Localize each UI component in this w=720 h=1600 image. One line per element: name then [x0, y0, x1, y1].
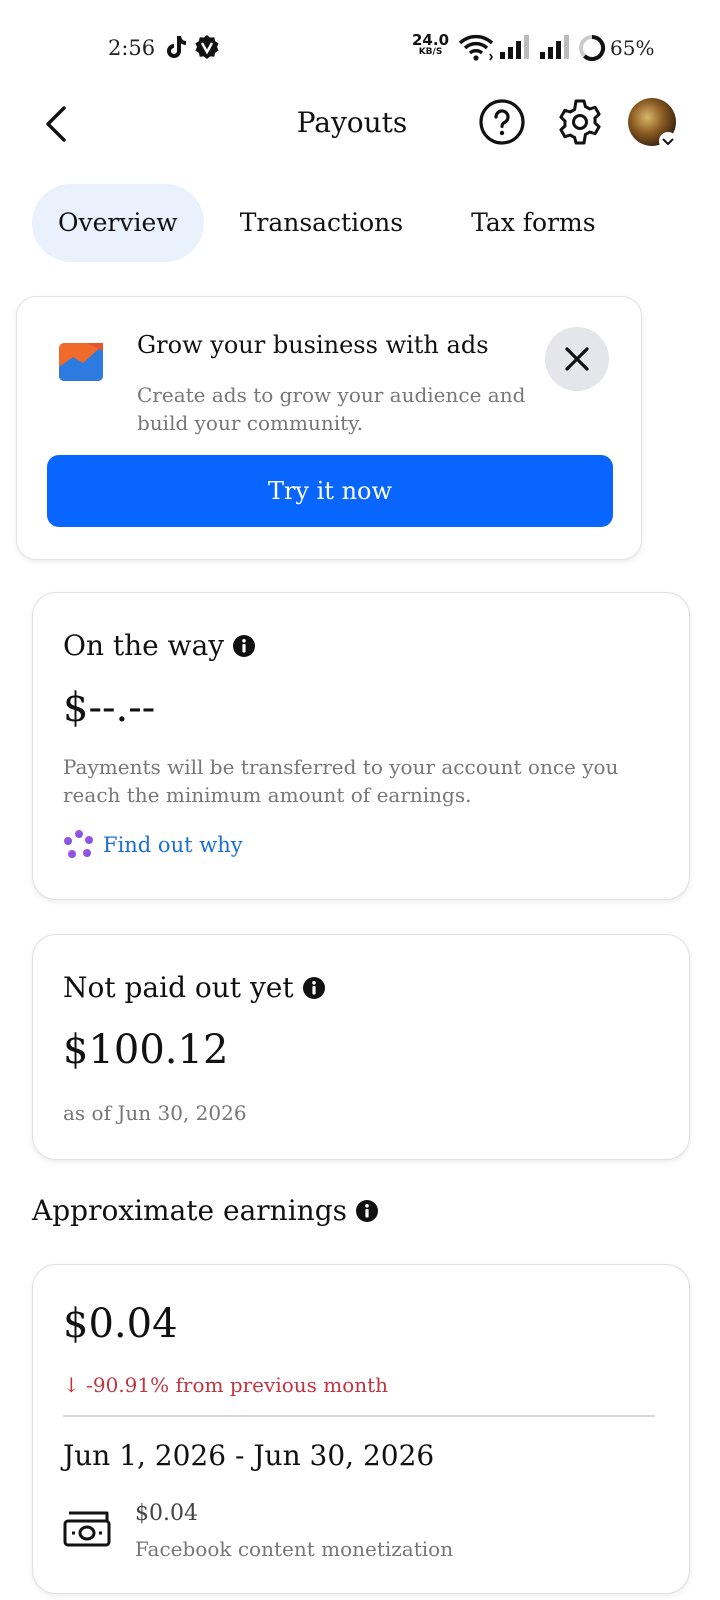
- info-icon[interactable]: [302, 976, 326, 1000]
- approximate-earnings-heading: Approximate earnings: [32, 1194, 379, 1227]
- find-out-why-label: Find out why: [103, 833, 243, 857]
- ad-description: Create ads to grow your audience and bui…: [137, 383, 526, 435]
- battery-percent: 65%: [610, 36, 655, 60]
- info-icon[interactable]: [355, 1199, 379, 1223]
- earning-row-amount: $0.04: [135, 1501, 198, 1526]
- tab-tax-forms[interactable]: Tax forms: [445, 184, 621, 262]
- close-button[interactable]: [545, 327, 609, 391]
- status-time: 2:56: [108, 36, 156, 60]
- wifi-icon: [458, 34, 494, 61]
- battery-icon: [579, 34, 605, 61]
- signal-icon: [500, 35, 529, 59]
- signal-icon: [540, 35, 569, 59]
- page-title: Payouts: [296, 106, 408, 139]
- on-the-way-heading: On the way: [63, 629, 256, 662]
- on-the-way-amount: $--.--: [63, 685, 156, 731]
- ads-chart-icon: [59, 343, 103, 381]
- tiktok-icon: [167, 36, 186, 58]
- ad-title: Grow your business with ads: [137, 331, 489, 359]
- ads-promo-card: Grow your business with ads Create ads t…: [16, 296, 642, 560]
- earnings-amount: $0.04: [63, 1301, 178, 1347]
- tab-overview[interactable]: Overview: [32, 184, 204, 262]
- earnings-change: ↓ -90.91% from previous month: [63, 1373, 389, 1397]
- on-the-way-note: Payments will be transferred to your acc…: [63, 755, 619, 807]
- divider: [63, 1415, 655, 1417]
- approximate-earnings-card[interactable]: $0.04 ↓ -90.91% from previous month Jun …: [32, 1264, 690, 1594]
- not-paid-out-card: Not paid out yet $100.12 as of Jun 30, 2…: [32, 934, 690, 1160]
- close-icon: [565, 347, 589, 371]
- gear-icon[interactable]: [556, 98, 604, 146]
- earning-row-label: Facebook content monetization: [135, 1537, 454, 1561]
- info-icon[interactable]: [232, 634, 256, 658]
- find-out-why-link[interactable]: Find out why: [63, 829, 243, 861]
- chevron-down-icon[interactable]: [659, 132, 677, 150]
- status-bar: 2:56 24.0 KB/S 65%: [0, 0, 720, 96]
- on-the-way-card: On the way $--.-- Payments will be trans…: [32, 592, 690, 900]
- help-icon[interactable]: [478, 98, 526, 146]
- as-of-date: as of Jun 30, 2026: [63, 1101, 247, 1125]
- cash-icon: [63, 1511, 111, 1547]
- not-paid-amount: $100.12: [63, 1027, 229, 1073]
- not-paid-heading: Not paid out yet: [63, 971, 326, 1004]
- vpn-icon: [195, 35, 219, 59]
- try-it-now-button[interactable]: Try it now: [47, 455, 613, 527]
- ai-sparkle-icon: [64, 830, 93, 858]
- tab-bar: Overview Transactions Tax forms: [32, 184, 622, 262]
- tab-transactions[interactable]: Transactions: [214, 184, 429, 262]
- app-header: Payouts: [0, 96, 720, 156]
- network-speed: 24.0 KB/S: [412, 31, 450, 57]
- earnings-date-range: Jun 1, 2026 - Jun 30, 2026: [63, 1439, 435, 1472]
